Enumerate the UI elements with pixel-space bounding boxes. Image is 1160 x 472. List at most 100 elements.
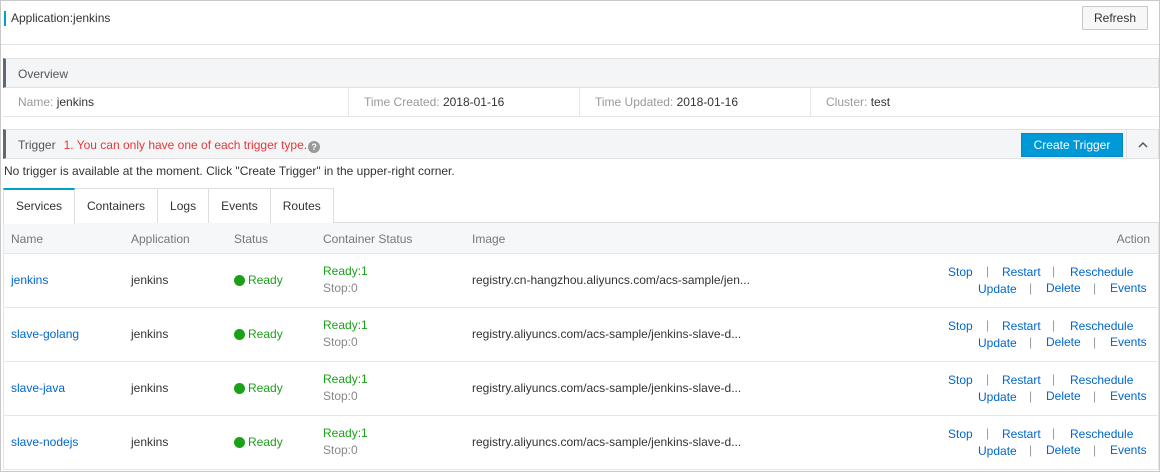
reschedule-action[interactable]: Reschedule <box>1070 427 1133 441</box>
service-name-link[interactable]: slave-golang <box>11 327 79 341</box>
service-image: registry.cn-hangzhou.aliyuncs.com/acs-sa… <box>472 273 750 287</box>
stop-action-link[interactable]: Stop <box>948 319 973 333</box>
overview-created-key: Time Created: <box>364 95 440 109</box>
action-separator: | <box>986 318 990 332</box>
container-stop-count: Stop:0 <box>323 389 358 403</box>
tab-services[interactable]: Services <box>3 188 76 224</box>
action-separator: | <box>1093 443 1097 457</box>
overview-heading-label: Overview <box>18 67 69 81</box>
tab-events[interactable]: Events <box>208 188 271 223</box>
stop-action-link[interactable]: Stop <box>948 427 973 441</box>
service-name-link[interactable]: jenkins <box>11 273 48 287</box>
restart-action[interactable]: Restart <box>1002 373 1041 387</box>
restart-action-link[interactable]: Restart <box>1002 427 1041 441</box>
stop-action-link[interactable]: Stop <box>948 373 973 387</box>
services-table: Name Application Status Container Status… <box>3 223 1159 470</box>
restart-action[interactable]: Restart <box>1002 427 1041 441</box>
status-ready-icon <box>234 437 245 448</box>
update-action[interactable]: Update <box>978 390 1017 404</box>
help-icon[interactable]: ? <box>308 141 321 153</box>
reschedule-action[interactable]: Reschedule <box>1070 373 1133 387</box>
events-action[interactable]: Events <box>1110 443 1147 457</box>
reschedule-action-link[interactable]: Reschedule <box>1070 319 1133 333</box>
tab-bar: Services Containers Logs Events Routes <box>3 188 1159 224</box>
update-action[interactable]: Update <box>978 336 1017 350</box>
column-container-status: Container Status <box>323 232 413 246</box>
delete-action[interactable]: Delete <box>1046 281 1081 295</box>
table-header: Name Application Status Container Status… <box>4 223 1158 254</box>
update-action-link[interactable]: Update <box>978 444 1017 458</box>
stop-action[interactable]: Stop <box>948 265 973 279</box>
update-action-link[interactable]: Update <box>978 282 1017 296</box>
action-separator: | <box>1029 389 1033 403</box>
refresh-button[interactable]: Refresh <box>1082 6 1148 30</box>
table-row: jenkins jenkins Ready Ready:1 Stop:0 registry… <box>4 254 1158 308</box>
action-separator: | <box>1029 443 1033 457</box>
restart-action-link[interactable]: Restart <box>1002 373 1041 387</box>
reschedule-action[interactable]: Reschedule <box>1070 319 1133 333</box>
overview-name: Name: jenkins <box>3 88 349 117</box>
action-separator: | <box>1029 335 1033 349</box>
status-text: Ready <box>248 435 283 449</box>
status-text: Ready <box>248 381 283 395</box>
service-name-link[interactable]: slave-nodejs <box>11 435 78 449</box>
events-action-link[interactable]: Events <box>1110 281 1147 295</box>
service-status: Ready <box>234 327 283 341</box>
events-action-link[interactable]: Events <box>1110 335 1147 349</box>
events-action[interactable]: Events <box>1110 389 1147 403</box>
delete-action[interactable]: Delete <box>1046 443 1081 457</box>
action-separator: | <box>1093 281 1097 295</box>
events-action[interactable]: Events <box>1110 281 1147 295</box>
delete-action[interactable]: Delete <box>1046 335 1081 349</box>
status-ready-icon <box>234 329 245 340</box>
update-action-link[interactable]: Update <box>978 336 1017 350</box>
restart-action[interactable]: Restart <box>1002 265 1041 279</box>
page-header: Application:jenkins Refresh <box>1 1 1159 45</box>
events-action[interactable]: Events <box>1110 335 1147 349</box>
action-separator: | <box>1052 264 1056 278</box>
delete-action-link[interactable]: Delete <box>1046 389 1081 403</box>
stop-action[interactable]: Stop <box>948 427 973 441</box>
container-stop-count: Stop:0 <box>323 335 358 349</box>
service-application: jenkins <box>131 435 169 449</box>
tab-logs[interactable]: Logs <box>157 188 210 223</box>
update-action-link[interactable]: Update <box>978 390 1017 404</box>
status-text: Ready <box>248 327 283 341</box>
tab-routes[interactable]: Routes <box>269 188 334 223</box>
delete-action-link[interactable]: Delete <box>1046 335 1081 349</box>
reschedule-action-link[interactable]: Reschedule <box>1070 265 1133 279</box>
container-stop-count: Stop:0 <box>323 281 358 295</box>
restart-action-link[interactable]: Restart <box>1002 319 1041 333</box>
delete-action-link[interactable]: Delete <box>1046 443 1081 457</box>
update-action[interactable]: Update <box>978 282 1017 296</box>
events-action-link[interactable]: Events <box>1110 389 1147 403</box>
collapse-chevron-up-icon[interactable] <box>1126 130 1158 158</box>
service-name-link[interactable]: slave-java <box>11 381 65 395</box>
status-ready-icon <box>234 383 245 394</box>
status-text: Ready <box>248 273 283 287</box>
service-application: jenkins <box>131 381 169 395</box>
delete-action-link[interactable]: Delete <box>1046 281 1081 295</box>
create-trigger-button[interactable]: Create Trigger <box>1021 133 1123 157</box>
action-separator: | <box>1093 335 1097 349</box>
reschedule-action-link[interactable]: Reschedule <box>1070 427 1133 441</box>
stop-action[interactable]: Stop <box>948 373 973 387</box>
restart-action-link[interactable]: Restart <box>1002 265 1041 279</box>
trigger-title: Trigger <box>18 138 56 152</box>
overview-time-updated: Time Updated: 2018-01-16 <box>580 88 811 117</box>
service-image: registry.aliyuncs.com/acs-sample/jenkins… <box>472 327 742 341</box>
stop-action[interactable]: Stop <box>948 319 973 333</box>
events-action-link[interactable]: Events <box>1110 443 1147 457</box>
restart-action[interactable]: Restart <box>1002 319 1041 333</box>
delete-action[interactable]: Delete <box>1046 389 1081 403</box>
service-status: Ready <box>234 381 283 395</box>
overview-name-key: Name: <box>18 95 54 109</box>
update-action[interactable]: Update <box>978 444 1017 458</box>
reschedule-action[interactable]: Reschedule <box>1070 265 1133 279</box>
container-ready-count: Ready:1 <box>323 372 368 386</box>
stop-action-link[interactable]: Stop <box>948 265 973 279</box>
reschedule-action-link[interactable]: Reschedule <box>1070 373 1133 387</box>
action-separator: | <box>1052 318 1056 332</box>
no-trigger-message: No trigger is available at the moment. C… <box>4 164 455 178</box>
tab-containers[interactable]: Containers <box>74 188 159 223</box>
